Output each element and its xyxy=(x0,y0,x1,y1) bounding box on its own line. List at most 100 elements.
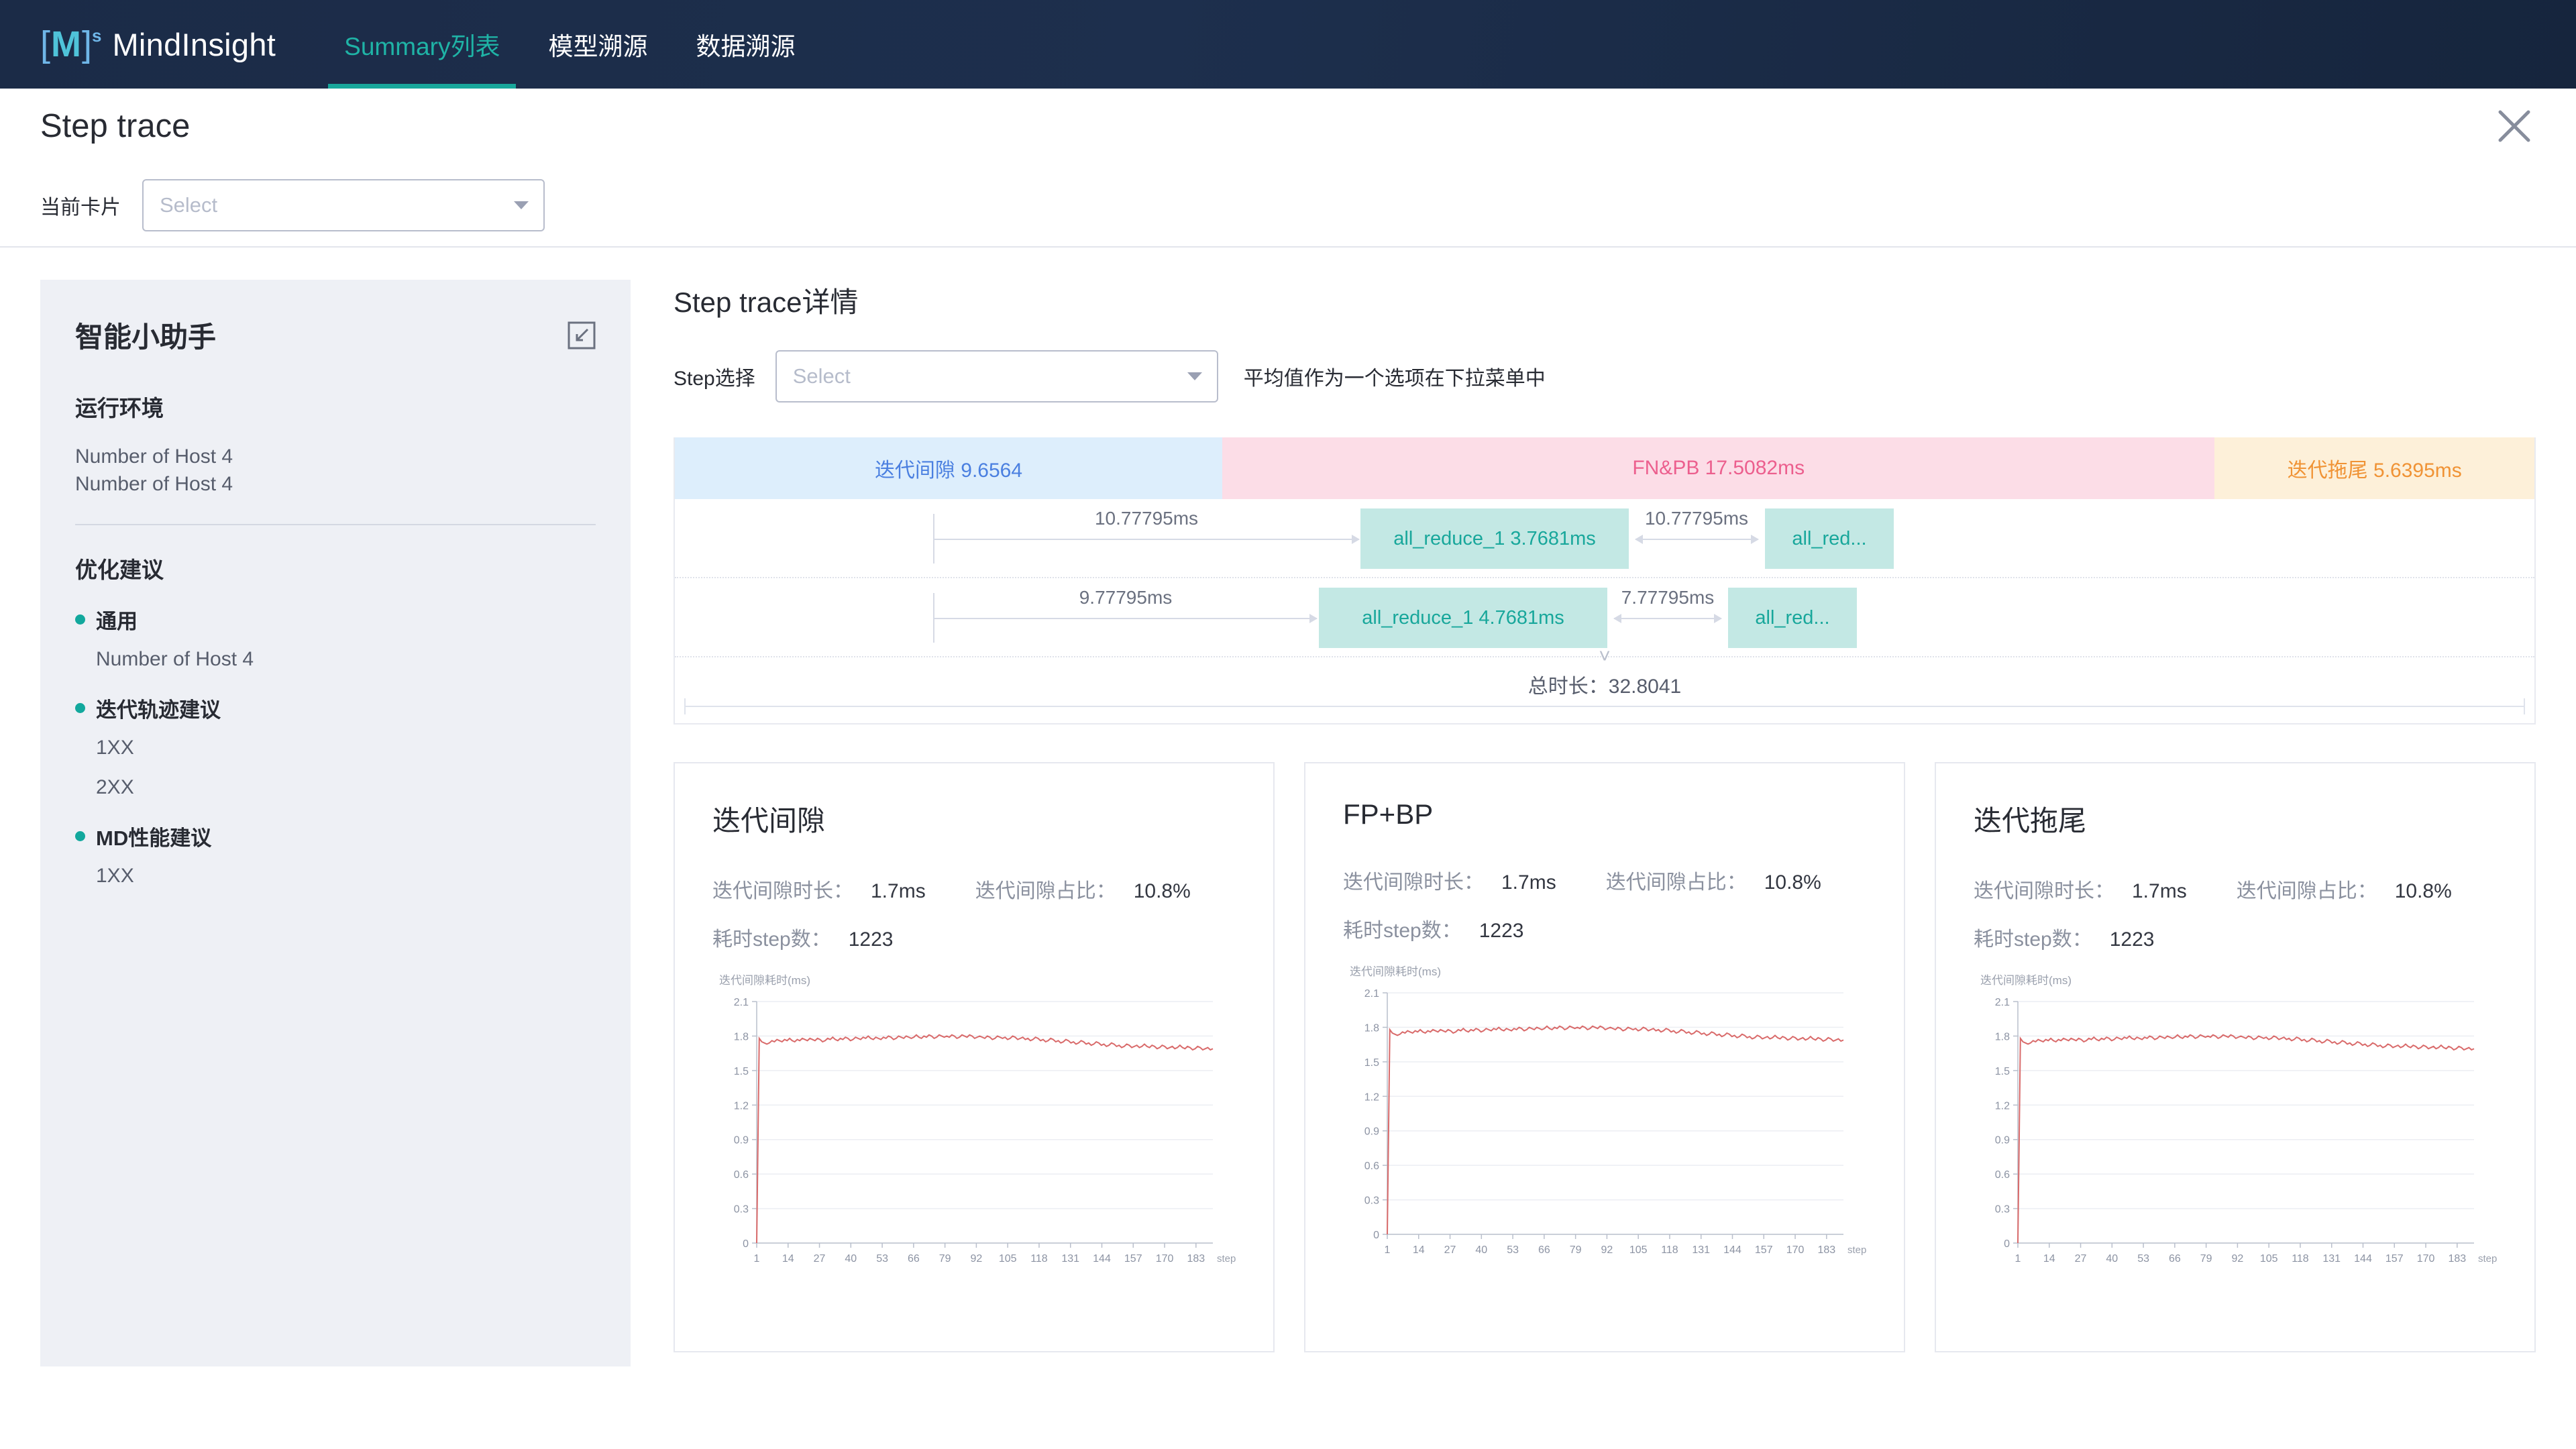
svg-text:27: 27 xyxy=(814,1253,826,1265)
suggestion-header: MD性能建议 xyxy=(75,821,596,851)
svg-text:157: 157 xyxy=(1124,1253,1142,1265)
lead-duration-label: 10.77795ms xyxy=(1094,508,1199,529)
svg-text:118: 118 xyxy=(1661,1244,1678,1256)
svg-text:0.3: 0.3 xyxy=(1364,1195,1379,1207)
metric-label: 迭代间隙占比： xyxy=(975,880,1116,902)
env-line-2: Number of Host 4 xyxy=(75,473,233,496)
gap-duration-label: 10.77795ms xyxy=(1644,508,1749,529)
nav-tabs: Summary列表 模型溯源 数据溯源 xyxy=(320,0,819,89)
op-block-all-reduce-truncated[interactable]: all_red... xyxy=(1765,508,1894,569)
svg-text:105: 105 xyxy=(999,1253,1017,1265)
current-card-select[interactable]: Select xyxy=(142,178,545,231)
suggestion-label: 通用 xyxy=(96,609,138,633)
svg-text:0: 0 xyxy=(1373,1230,1379,1241)
phase-iteration-gap[interactable]: 迭代间隙 9.6564 xyxy=(675,437,1222,499)
svg-text:0: 0 xyxy=(2004,1238,2010,1250)
svg-text:183: 183 xyxy=(2448,1253,2466,1265)
metric-row: 迭代间隙时长： 1.7ms 迭代间隙占比： 10.8% xyxy=(712,874,1236,904)
page-header: Step trace xyxy=(0,89,2576,164)
svg-text:1.8: 1.8 xyxy=(1364,1022,1379,1034)
metric-row: 耗时step数： 1223 xyxy=(1343,914,1866,943)
svg-text:迭代间隙耗时(ms): 迭代间隙耗时(ms) xyxy=(1350,965,1441,978)
svg-text:14: 14 xyxy=(782,1253,794,1265)
current-card-label: 当前卡片 xyxy=(40,196,121,219)
op-block-all-reduce-truncated[interactable]: all_red... xyxy=(1728,588,1857,648)
metric-row: 迭代间隙时长： 1.7ms 迭代间隙占比： 10.8% xyxy=(1974,874,2497,904)
metric-value: 10.8% xyxy=(1764,871,1821,894)
metric-label: 耗时step数： xyxy=(1343,920,1462,942)
logo-superscript-s: s xyxy=(92,25,102,46)
phase-bar: 迭代间隙 9.6564 FN&PB 17.5082ms 迭代拖尾 5.6395m… xyxy=(675,437,2534,499)
nav-tab-data-lineage[interactable]: 数据溯源 xyxy=(672,0,819,89)
svg-text:92: 92 xyxy=(1601,1244,1613,1256)
lead-duration-label: 9.77795ms xyxy=(1079,587,1173,608)
svg-text:105: 105 xyxy=(2260,1253,2278,1265)
svg-text:27: 27 xyxy=(1444,1244,1456,1256)
metric-label: 迭代间隙时长： xyxy=(1974,880,2114,902)
svg-text:1: 1 xyxy=(754,1253,760,1265)
chevron-down-icon xyxy=(514,201,529,209)
total-duration-row: 总时长：32.8041 xyxy=(675,657,2534,723)
metric-label: 耗时step数： xyxy=(1974,928,2092,951)
metric-value: 1.7ms xyxy=(2132,880,2187,902)
metric-chart: 迭代间隙耗时(ms) 0 0.3 0.6 0.9 1.2 1.5 1.8 2.1 1 14 27 40 5… xyxy=(1343,962,1866,1277)
svg-text:144: 144 xyxy=(1093,1253,1111,1265)
suggestion-label: MD性能建议 xyxy=(96,826,212,850)
suggestion-item: MD性能建议 1XX xyxy=(75,821,596,891)
top-navigation-bar: [ M ] s MindInsight Summary列表 模型溯源 数据溯源 xyxy=(0,0,2576,89)
suggestion-header: 通用 xyxy=(75,604,596,635)
svg-text:0.6: 0.6 xyxy=(1995,1169,2010,1181)
brand-name: MindInsight xyxy=(112,26,276,62)
svg-text:0.3: 0.3 xyxy=(734,1204,749,1216)
phase-fn-bp[interactable]: FN&PB 17.5082ms xyxy=(1222,437,2215,499)
svg-text:0.3: 0.3 xyxy=(1995,1204,2010,1216)
close-icon[interactable] xyxy=(2490,102,2538,150)
svg-text:105: 105 xyxy=(1629,1244,1648,1256)
metric-value: 1223 xyxy=(848,928,894,951)
svg-text:0.9: 0.9 xyxy=(1364,1126,1379,1138)
nav-tab-summary-list[interactable]: Summary列表 xyxy=(320,0,524,89)
svg-text:53: 53 xyxy=(1507,1244,1519,1256)
suggestion-body: 1XX xyxy=(96,736,134,759)
smart-assistant-title: 智能小助手 xyxy=(75,321,217,353)
suggestion-body: 1XX xyxy=(96,864,134,887)
svg-text:66: 66 xyxy=(908,1253,920,1265)
svg-text:迭代间隙耗时(ms): 迭代间隙耗时(ms) xyxy=(1980,974,2072,987)
metric-value: 1.7ms xyxy=(871,880,926,902)
step-select[interactable]: Select xyxy=(775,350,1218,402)
svg-text:144: 144 xyxy=(1723,1244,1741,1256)
op-block-all-reduce[interactable]: all_reduce_1 4.7681ms xyxy=(1319,588,1607,648)
suggestion-body: 2XX xyxy=(96,775,134,798)
metric-row: 耗时step数： 1223 xyxy=(712,922,1236,952)
svg-text:157: 157 xyxy=(2385,1253,2404,1265)
metric-value: 1.7ms xyxy=(1501,871,1556,894)
metric-value: 10.8% xyxy=(1133,880,1191,902)
smart-assistant-header: 智能小助手 xyxy=(75,315,596,356)
nav-tab-model-lineage[interactable]: 模型溯源 xyxy=(524,0,672,89)
total-duration-label: 总时长：32.8041 xyxy=(1527,676,1682,698)
metric-row: 迭代间隙时长： 1.7ms 迭代间隙占比： 10.8% xyxy=(1343,865,1866,895)
svg-text:79: 79 xyxy=(1570,1244,1582,1256)
step-trace-gantt: 迭代间隙 9.6564 FN&PB 17.5082ms 迭代拖尾 5.6395m… xyxy=(674,437,2536,724)
svg-text:step: step xyxy=(1217,1253,1236,1265)
svg-text:131: 131 xyxy=(1692,1244,1710,1256)
metric-value: 10.8% xyxy=(2394,880,2452,902)
sidebar-divider xyxy=(75,523,596,525)
collapse-icon[interactable] xyxy=(568,321,596,350)
gap-duration-arrow xyxy=(1635,535,1759,544)
svg-text:step: step xyxy=(1847,1244,1866,1256)
metric-label: 迭代间隙时长： xyxy=(1343,871,1484,894)
svg-text:27: 27 xyxy=(2075,1253,2087,1265)
metric-card-title: 迭代间隙 xyxy=(712,805,826,837)
svg-text:2.1: 2.1 xyxy=(1995,997,2010,1008)
svg-text:183: 183 xyxy=(1817,1244,1835,1256)
env-line-1: Number of Host 4 xyxy=(75,445,233,468)
step-select-placeholder: Select xyxy=(792,364,851,388)
svg-text:1.2: 1.2 xyxy=(1364,1091,1379,1103)
phase-iteration-tail[interactable]: 迭代拖尾 5.6395ms xyxy=(2214,437,2534,499)
svg-text:1.8: 1.8 xyxy=(1995,1031,2010,1042)
env-section-title: 运行环境 xyxy=(75,396,164,421)
svg-text:131: 131 xyxy=(1061,1253,1079,1265)
op-block-all-reduce[interactable]: all_reduce_1 3.7681ms xyxy=(1360,508,1629,569)
step-select-hint: 平均值作为一个选项在下拉菜单中 xyxy=(1243,368,1546,390)
